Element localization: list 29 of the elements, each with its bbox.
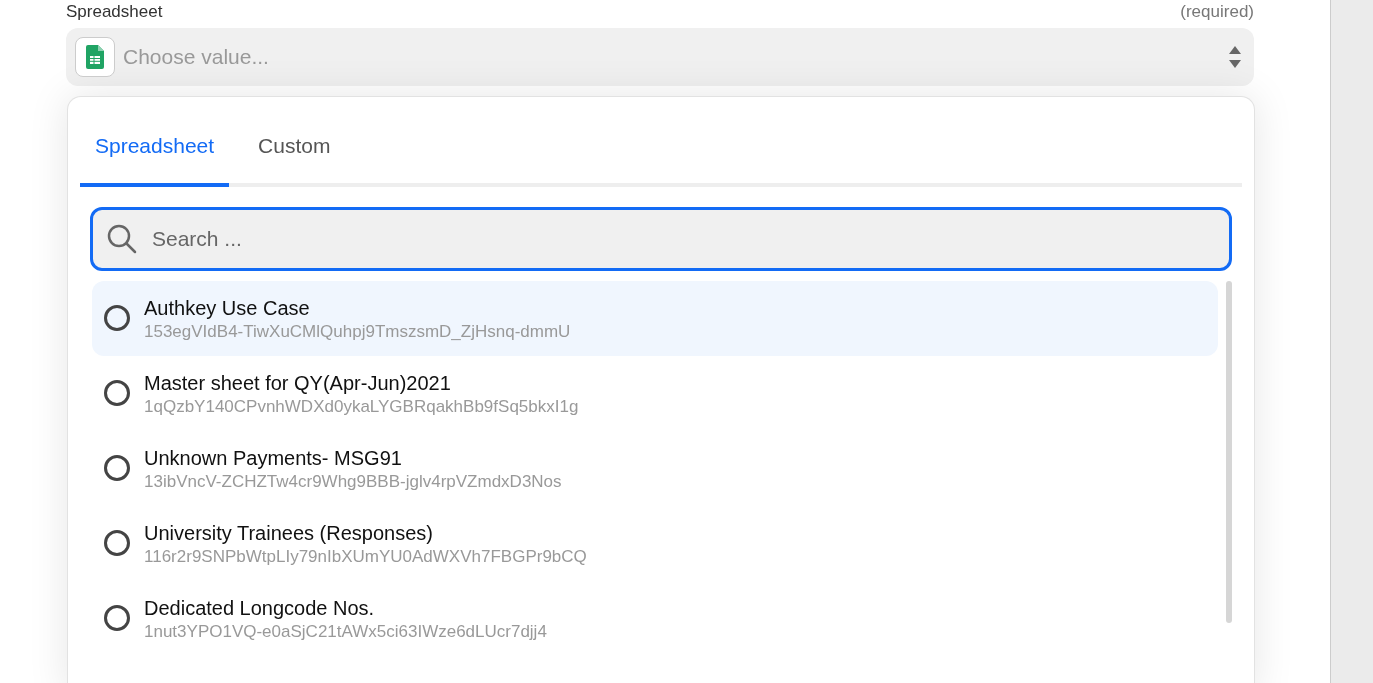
spreadsheet-option[interactable]: Dedicated Longcode Nos. 1nut3YPO1VQ-e0aSjC21tAWx5ci63IWze6dLUcr7djj4 bbox=[92, 581, 1218, 656]
spreadsheet-id: 13ibVncV-ZCHZTw4cr9Whg9BBB-jglv4rpVZmdxD3Nos bbox=[144, 471, 562, 493]
radio-button[interactable] bbox=[104, 530, 130, 556]
radio-button[interactable] bbox=[104, 305, 130, 331]
spreadsheet-id: 116r2r9SNPbWtpLIy79nIbXUmYU0AdWXVh7FBGPr9bCQ bbox=[144, 546, 587, 568]
option-title: Dedicated Longcode Nos. bbox=[144, 596, 376, 621]
spreadsheet-option[interactable]: University Trainees (Responses) 116r2r9SNPbWtpLIy79nIbXUmYU0AdWXVh7FBGPr9bCQ bbox=[92, 506, 1218, 581]
spreadsheet-id: 1qQzbY140CPvnhWDXd0ykaLYGBRqakhBb9fSq5bkxI1g bbox=[144, 396, 579, 418]
spreadsheet-option[interactable]: Authkey Use Case 153egVIdB4-TiwXuCMlQuhpj9TmszsmD_ZjHsnq-dmmU bbox=[92, 281, 1218, 356]
option-title: Master sheet for QY(Apr-Jun)2021 bbox=[144, 371, 452, 396]
search-field[interactable]: Search ... bbox=[90, 207, 1232, 271]
radio-button[interactable] bbox=[104, 455, 130, 481]
field-label: Spreadsheet bbox=[66, 2, 163, 22]
scrollbar[interactable] bbox=[1226, 281, 1232, 623]
option-title: Authkey Use Case bbox=[144, 296, 311, 321]
option-title: Unknown Payments- MSG91 bbox=[144, 446, 403, 471]
option-title: University Trainees (Responses) bbox=[144, 521, 434, 546]
sort-arrows-icon bbox=[1228, 45, 1242, 69]
sheets-app-icon bbox=[75, 37, 115, 77]
spreadsheet-id: 153egVIdB4-TiwXuCMlQuhpj9TmszsmD_ZjHsnq-dmmU bbox=[144, 321, 571, 343]
spreadsheet-id: 1nut3YPO1VQ-e0aSjC21tAWx5ci63IWze6dLUcr7djj4 bbox=[144, 621, 547, 643]
spreadsheet-option[interactable]: Master sheet for QY(Apr-Jun)2021 1qQzbY140CPvnhWDXd0ykaLYGBRqakhBb9fSq5bkxI1g bbox=[92, 356, 1218, 431]
select-placeholder: Choose value... bbox=[123, 45, 270, 69]
tab[interactable]: Custom bbox=[243, 109, 346, 187]
required-note: (required) bbox=[1180, 2, 1254, 22]
tab[interactable]: Spreadsheet bbox=[80, 109, 230, 187]
radio-button[interactable] bbox=[104, 380, 130, 406]
radio-button[interactable] bbox=[104, 605, 130, 631]
spreadsheet-option[interactable]: Unknown Payments- MSG91 13ibVncV-ZCHZTw4cr9Whg9BBB-jglv4rpVZmdxD3Nos bbox=[92, 431, 1218, 506]
